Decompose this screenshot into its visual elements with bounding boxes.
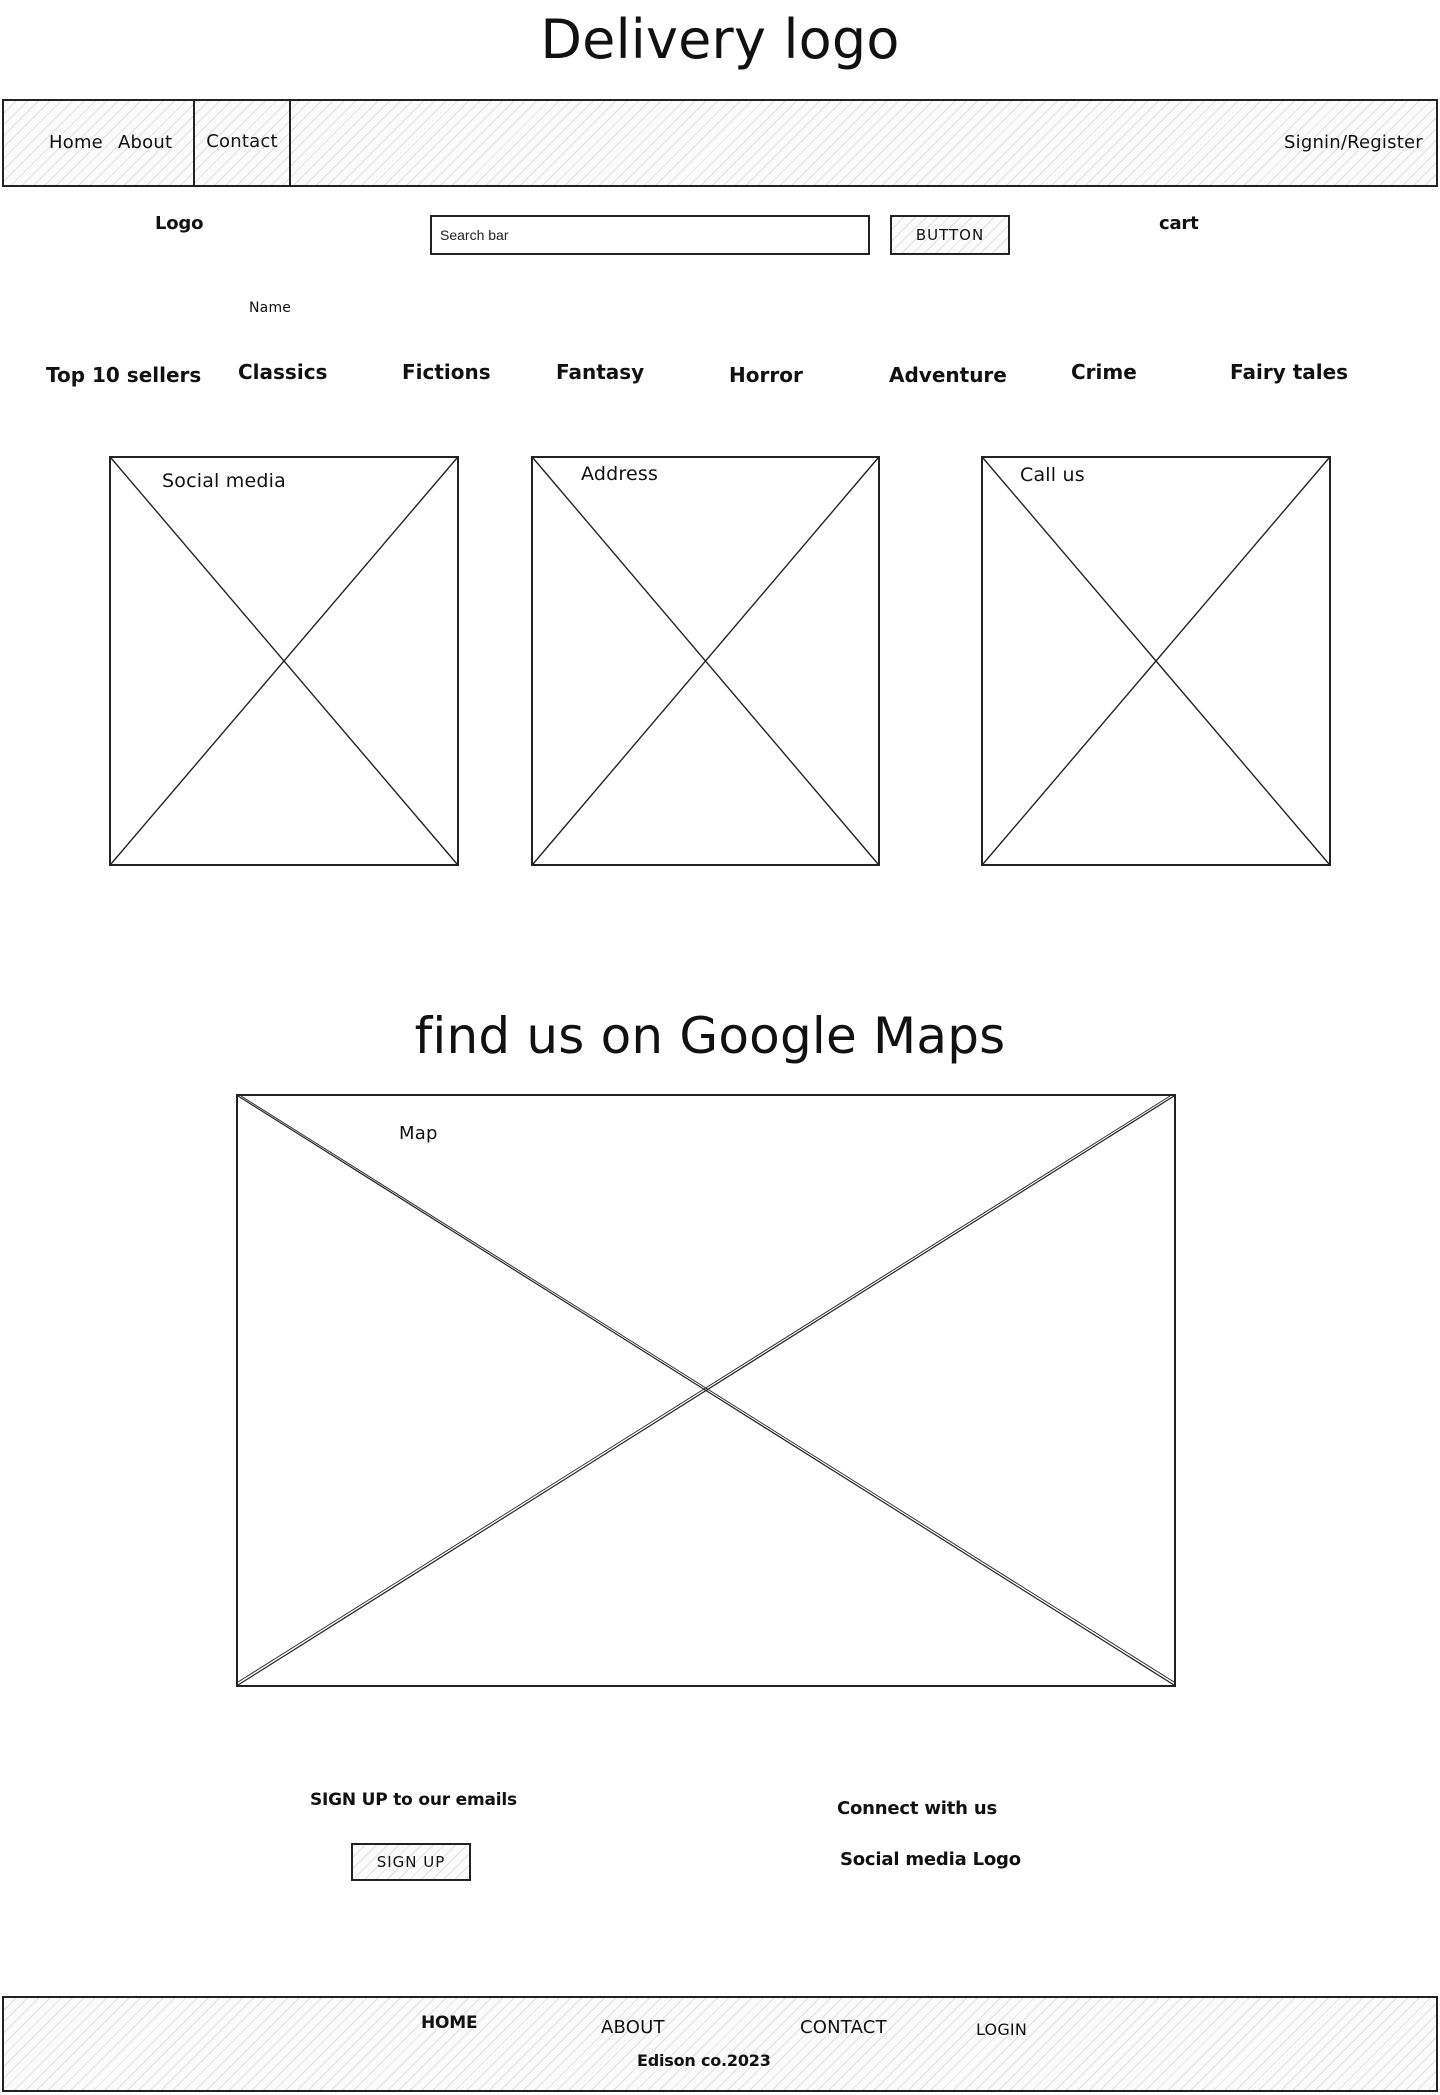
search-input[interactable] xyxy=(430,215,870,255)
social-media-logo-link[interactable]: Social media Logo xyxy=(840,1849,1021,1870)
call-us-placeholder-cross xyxy=(982,457,1330,865)
delivery-logo: Delivery logo xyxy=(540,8,900,71)
address-card-label: Address xyxy=(581,463,659,485)
category-horror[interactable]: Horror xyxy=(729,363,803,387)
category-fairy-tales[interactable]: Fairy tales xyxy=(1230,360,1348,384)
name-label: Name xyxy=(249,300,292,316)
category-fictions[interactable]: Fictions xyxy=(402,360,491,384)
nav-contact-link: Contact xyxy=(206,131,278,152)
social-media-card-label: Social media xyxy=(162,470,286,492)
footer-about-link[interactable]: ABOUT xyxy=(601,2017,665,2038)
map-placeholder: Map xyxy=(236,1094,1176,1687)
category-fantasy[interactable]: Fantasy xyxy=(556,360,644,384)
nav-about-link[interactable]: About xyxy=(118,132,172,153)
footer-bar xyxy=(2,1996,1438,2092)
call-us-card-label: Call us xyxy=(1020,464,1085,486)
category-classics[interactable]: Classics xyxy=(238,360,327,384)
header-logo: Logo xyxy=(155,213,204,234)
footer-login-link[interactable]: LOGIN xyxy=(976,2020,1027,2039)
nav-contact-active-box[interactable]: Contact xyxy=(193,99,291,187)
email-signup-text: SIGN UP to our emails xyxy=(310,1790,517,1810)
category-top-10-sellers[interactable]: Top 10 sellers xyxy=(46,363,201,387)
social-media-placeholder-cross xyxy=(110,457,458,865)
social-media-card: Social media xyxy=(109,456,459,866)
footer-contact-link[interactable]: CONTACT xyxy=(800,2017,887,2038)
nav-signin-register-link[interactable]: Signin/Register xyxy=(1284,132,1423,153)
cart-link[interactable]: cart xyxy=(1159,213,1199,234)
google-maps-heading: find us on Google Maps xyxy=(414,1007,1006,1065)
call-us-card: Call us xyxy=(981,456,1331,866)
address-card: Address xyxy=(531,456,880,866)
email-signup-button[interactable]: SIGN UP xyxy=(351,1843,471,1881)
footer-copyright: Edison co.2023 xyxy=(637,2051,771,2070)
footer-home-link[interactable]: HOME xyxy=(421,2013,478,2033)
map-placeholder-cross xyxy=(237,1095,1175,1686)
category-adventure[interactable]: Adventure xyxy=(889,363,1007,387)
connect-with-us-title: Connect with us xyxy=(837,1798,997,1819)
nav-home-link[interactable]: Home xyxy=(49,132,103,153)
search-button[interactable]: BUTTON xyxy=(890,215,1010,255)
category-crime[interactable]: Crime xyxy=(1071,360,1137,384)
address-placeholder-cross xyxy=(532,457,879,865)
map-label: Map xyxy=(399,1123,438,1144)
